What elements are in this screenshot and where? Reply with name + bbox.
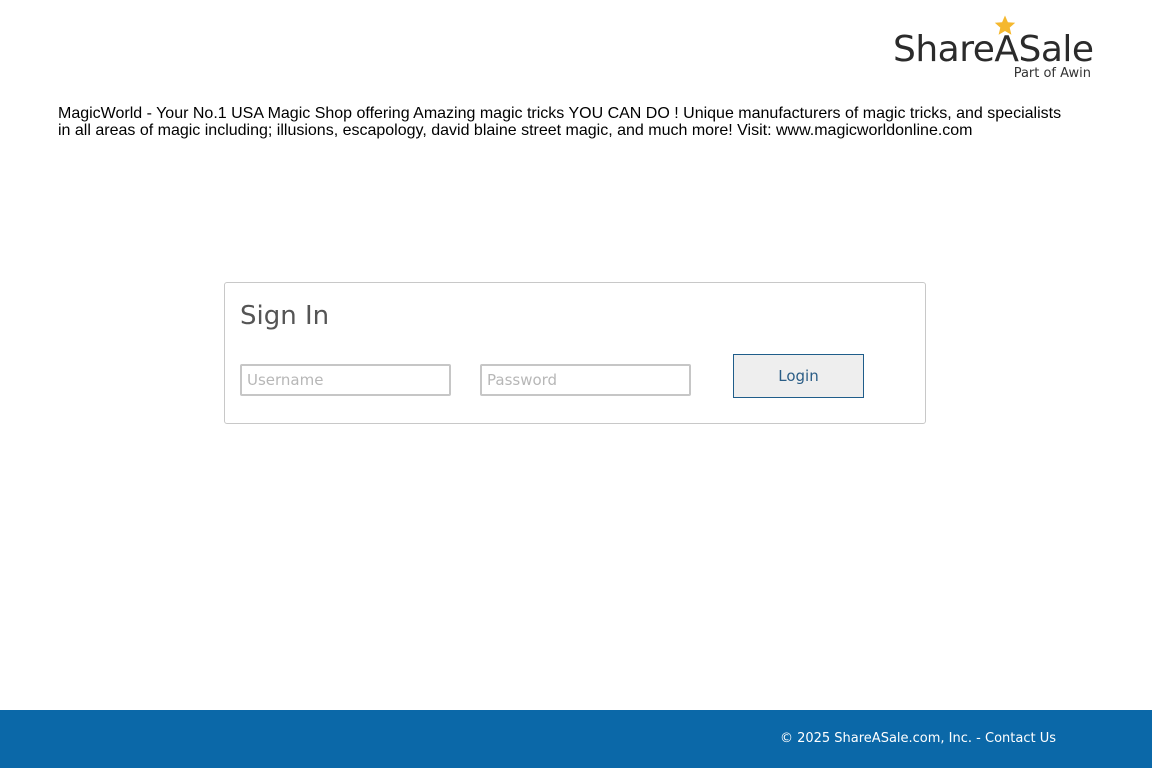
login-button[interactable]: Login (733, 354, 864, 398)
logo-wordmark: ShareASale (893, 29, 1094, 70)
contact-us-link[interactable]: Contact Us (985, 731, 1056, 746)
signin-panel: Sign In Login (224, 282, 926, 424)
footer: © 2025 ShareASale.com, Inc. - Contact Us (0, 710, 1152, 768)
password-input[interactable] (480, 364, 691, 396)
header: ShareASale Part of Awin (0, 0, 1152, 100)
signin-title: Sign In (240, 301, 330, 331)
footer-text: © 2025 ShareASale.com, Inc. - Contact Us (780, 731, 1056, 747)
logo-tagline: Part of Awin (1013, 66, 1091, 81)
username-input[interactable] (240, 364, 451, 396)
merchant-description: MagicWorld - Your No.1 USA Magic Shop of… (58, 105, 1062, 139)
shareasale-logo[interactable]: ShareASale Part of Awin (893, 14, 1095, 86)
copyright-text: © 2025 ShareASale.com, Inc. - (779, 731, 985, 746)
